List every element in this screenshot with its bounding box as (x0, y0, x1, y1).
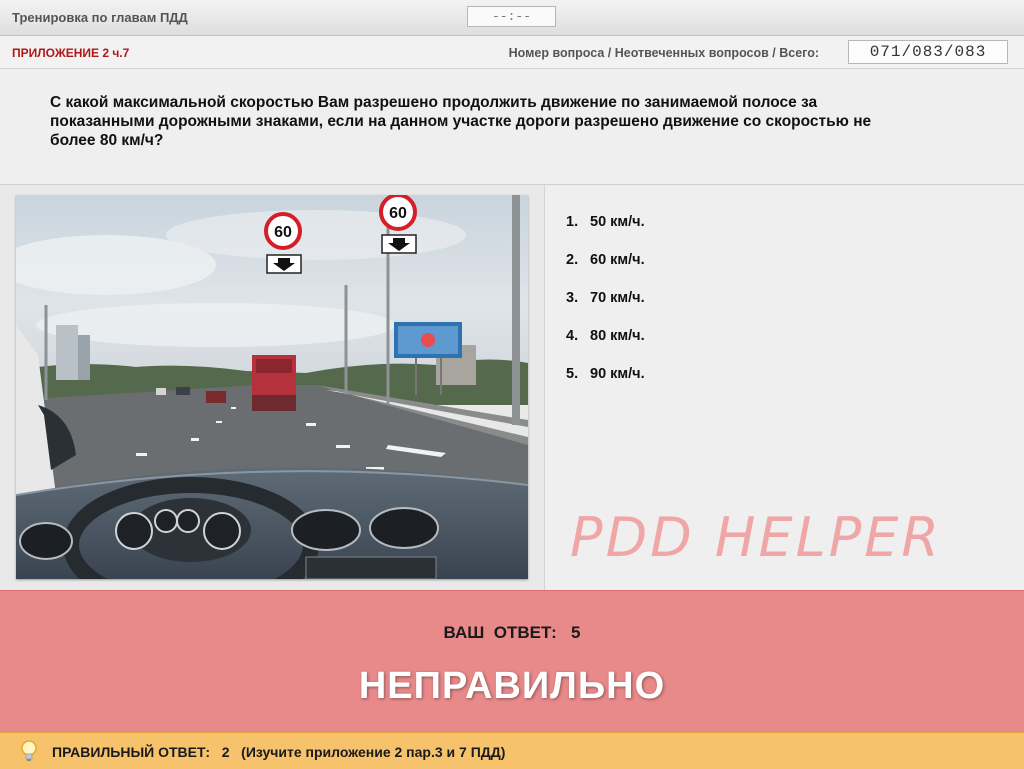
sign-right-speed: 60 (389, 205, 407, 222)
lane-arrow-down-sign-icon (266, 254, 302, 274)
answer-label: 90 км/ч. (590, 366, 645, 382)
question-counter-label: Номер вопроса / Неотвеченных вопросов / … (508, 46, 819, 60)
correct-answer-hint: ПРАВИЛЬНЫЙ ОТВЕТ: 2 (Изучите приложение … (0, 732, 1024, 769)
answer-option-2[interactable]: 2. 60 км/ч. (566, 252, 645, 268)
result-panel: ВАШ ОТВЕТ: 5 НЕПРАВИЛЬНО (0, 590, 1024, 733)
watermark-text: PDD HELPER (570, 506, 942, 569)
answer-option-1[interactable]: 1. 50 км/ч. (566, 214, 645, 230)
question-info-bar: ПРИЛОЖЕНИЕ 2 ч.7 Номер вопроса / Неотвеч… (0, 36, 1024, 69)
your-answer-text: ВАШ ОТВЕТ: 5 (443, 623, 581, 642)
question-image: 60 60 (16, 195, 528, 579)
answer-option-4[interactable]: 4. 80 км/ч. (566, 328, 645, 344)
question-counter: 071/083/083 (848, 40, 1008, 64)
speed-limit-sign-icon: 60 (379, 195, 417, 231)
hint-text: ПРАВИЛЬНЫЙ ОТВЕТ: 2 (Изучите приложение … (52, 744, 506, 760)
answer-label: 50 км/ч. (590, 214, 645, 230)
question-text: С какой максимальной скоростью Вам разре… (50, 94, 872, 149)
app-title: Тренировка по главам ПДД (12, 10, 188, 25)
verdict-text: НЕПРАВИЛЬНО (358, 665, 666, 707)
answer-label: 70 км/ч. (590, 290, 645, 306)
answer-number: 4. (566, 328, 579, 344)
timer-display: --:-- (467, 6, 556, 27)
sign-left-speed: 60 (274, 224, 292, 241)
answer-number: 2. (566, 252, 579, 268)
lightbulb-icon (20, 740, 38, 767)
answer-number: 1. (566, 214, 579, 230)
answer-number: 3. (566, 290, 579, 306)
lane-arrow-down-sign-icon (381, 234, 417, 254)
speed-limit-sign-icon: 60 (264, 212, 302, 250)
question-panel: С какой максимальной скоростью Вам разре… (0, 69, 1024, 185)
answer-number: 5. (566, 366, 579, 382)
title-bar: Тренировка по главам ПДД --:-- (0, 0, 1024, 36)
answer-label: 60 км/ч. (590, 252, 645, 268)
answer-option-3[interactable]: 3. 70 км/ч. (566, 290, 645, 306)
section-label: ПРИЛОЖЕНИЕ 2 ч.7 (12, 46, 130, 60)
answer-label: 80 км/ч. (590, 328, 645, 344)
answer-option-5[interactable]: 5. 90 км/ч. (566, 366, 645, 382)
